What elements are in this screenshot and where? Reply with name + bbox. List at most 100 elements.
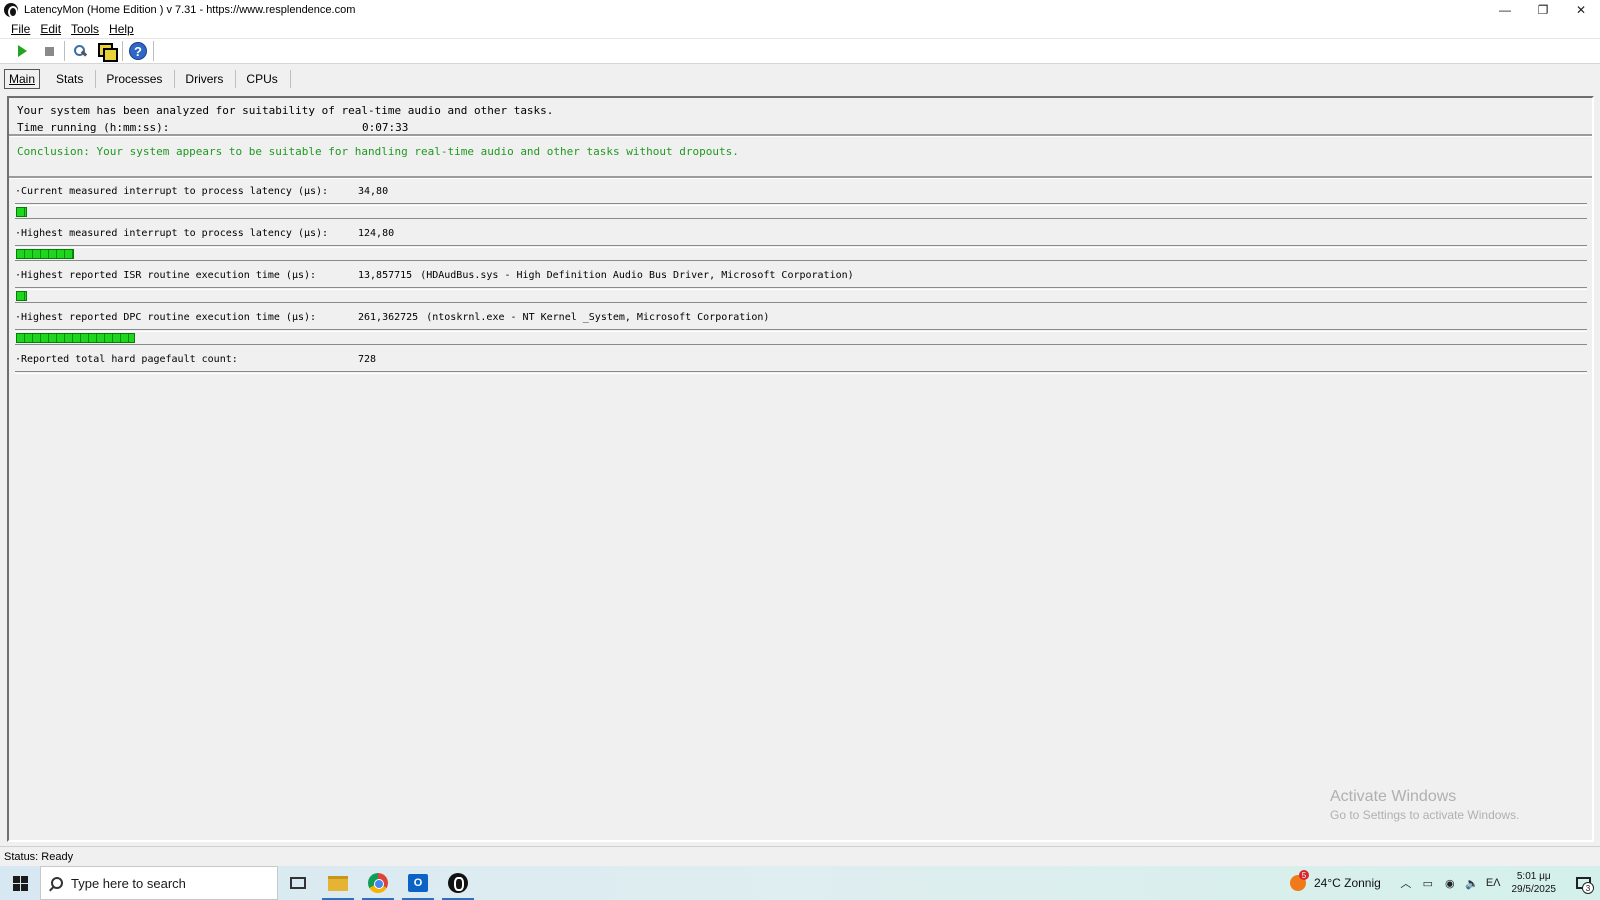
task-view-button[interactable] xyxy=(278,866,318,900)
menu-help[interactable]: Help xyxy=(109,22,134,36)
menu-edit-label: Edit xyxy=(40,22,62,36)
metric-label: ·Reported total hard pagefault count: xyxy=(15,354,238,365)
taskbar-latencymon[interactable] xyxy=(438,866,478,900)
language-indicator[interactable]: ΕΛ xyxy=(1486,875,1501,891)
task-view-icon xyxy=(290,877,306,889)
tab-stats[interactable]: Stats xyxy=(48,70,97,88)
clock-time: 5:01 μμ xyxy=(1516,871,1551,882)
stop-monitor-button[interactable] xyxy=(37,40,61,62)
status-text: Status: Ready xyxy=(4,850,74,863)
status-bar: Status: Ready xyxy=(0,846,1600,866)
title-bar: LatencyMon (Home Edition ) v 7.31 - http… xyxy=(0,0,1600,20)
section-divider xyxy=(9,176,1592,179)
menu-tools[interactable]: Tools xyxy=(71,22,99,36)
latency-bar-fill xyxy=(16,249,74,259)
watermark-title: Activate Windows xyxy=(1330,788,1457,805)
taskbar-chrome[interactable] xyxy=(358,866,398,900)
tab-processes[interactable]: Processes xyxy=(98,70,176,88)
menu-tools-label: Tools xyxy=(71,22,100,36)
volume-icon[interactable]: 🔈 xyxy=(1464,875,1480,891)
section-divider xyxy=(9,134,1592,137)
watermark-subtitle: Go to Settings to activate Windows. xyxy=(1330,808,1520,822)
menu-file-label: File xyxy=(11,22,31,36)
minimize-button[interactable]: — xyxy=(1486,0,1524,20)
device-icon[interactable]: ▭ xyxy=(1420,875,1436,891)
copy-icon xyxy=(98,43,118,62)
summary-section: Your system has been analyzed for suitab… xyxy=(17,102,553,136)
metric-line: ·Highest measured interrupt to process l… xyxy=(15,228,1587,239)
copy-button[interactable] xyxy=(95,40,119,62)
metric-highest-latency: ·Highest measured interrupt to process l… xyxy=(15,228,1587,261)
close-button[interactable]: ✕ xyxy=(1562,0,1600,20)
analysis-line: Your system has been analyzed for suitab… xyxy=(17,102,553,119)
clock-date: 29/5/2025 xyxy=(1511,884,1557,895)
metric-label: ·Highest measured interrupt to process l… xyxy=(15,228,329,239)
metric-driver-desc: (ntoskrnl.exe - NT Kernel _System, Micro… xyxy=(426,312,770,323)
notifications-button[interactable]: 3 xyxy=(1566,866,1600,900)
restore-button[interactable]: ❐ xyxy=(1524,0,1562,20)
network-icon[interactable]: ◉ xyxy=(1442,875,1458,891)
tab-bar: Main Stats Processes Drivers CPUs xyxy=(0,67,1600,91)
help-icon: ? xyxy=(129,42,147,60)
latency-bar-fill xyxy=(16,291,27,301)
metric-value: 34,80 xyxy=(358,186,389,197)
metric-driver-desc: (HDAudBus.sys - High Definition Audio Bu… xyxy=(420,270,854,281)
help-button[interactable]: ? xyxy=(126,40,150,62)
start-button[interactable] xyxy=(0,866,40,900)
start-monitor-button[interactable] xyxy=(10,40,34,62)
metric-highest-dpc: ·Highest reported DPC routine execution … xyxy=(15,312,1587,345)
metric-label: ·Highest reported DPC routine execution … xyxy=(15,312,317,323)
latencymon-icon xyxy=(448,873,468,893)
toolbar-separator xyxy=(153,41,154,61)
metric-line: ·Reported total hard pagefault count: 72… xyxy=(15,354,1587,365)
conclusion-text: Conclusion: Your system appears to be su… xyxy=(17,145,739,158)
main-panel: Your system has been analyzed for suitab… xyxy=(7,96,1594,842)
latency-bar xyxy=(15,247,1587,261)
weather-text[interactable]: 24°C Zonnig xyxy=(1314,876,1381,890)
play-icon xyxy=(17,45,27,57)
metric-highest-isr: ·Highest reported ISR routine execution … xyxy=(15,270,1587,303)
metric-value: 124,80 xyxy=(358,228,395,239)
stop-icon xyxy=(44,46,54,56)
clock[interactable]: 5:01 μμ 29/5/2025 xyxy=(1512,870,1557,896)
taskbar-file-explorer[interactable] xyxy=(318,866,358,900)
metric-value: 728 xyxy=(358,354,377,365)
metric-value: 261,362725 xyxy=(358,312,419,323)
chrome-icon xyxy=(368,873,388,893)
toolbar-separator xyxy=(64,41,65,61)
latencymon-app-icon xyxy=(4,3,18,18)
tab-main[interactable]: Main xyxy=(4,69,41,89)
metric-pagefault-count: ·Reported total hard pagefault count: 72… xyxy=(15,354,1587,374)
metric-divider xyxy=(15,371,1587,374)
tools-icon xyxy=(72,43,88,59)
metric-label: ·Highest reported ISR routine execution … xyxy=(15,270,317,281)
system-tray: 5 24°C Zonnig ︿ ▭ ◉ 🔈 ΕΛ 5:01 μμ 29/5/20… xyxy=(1289,866,1600,900)
tab-cpus[interactable]: CPUs xyxy=(238,70,291,88)
chevron-up-icon[interactable]: ︿ xyxy=(1398,875,1414,891)
analysis-text: Your system has been analyzed for suitab… xyxy=(17,104,554,117)
search-icon xyxy=(51,877,63,889)
latency-bar xyxy=(15,331,1587,345)
windows-logo-icon xyxy=(12,875,28,891)
window-title: LatencyMon (Home Edition ) v 7.31 - http… xyxy=(24,4,356,16)
taskbar: Type here to search O 5 24°C Zonnig ︿ ▭ … xyxy=(0,866,1600,900)
metric-label: ·Current measured interrupt to process l… xyxy=(15,186,329,197)
taskbar-search-box[interactable]: Type here to search xyxy=(40,866,278,900)
menu-help-label: Help xyxy=(109,22,134,36)
weather-icon[interactable]: 5 xyxy=(1289,870,1309,891)
taskbar-outlook[interactable]: O xyxy=(398,866,438,900)
menu-file[interactable]: File xyxy=(11,22,30,36)
metric-line: ·Current measured interrupt to process l… xyxy=(15,186,1587,197)
toolbar-separator xyxy=(122,41,123,61)
latency-bar xyxy=(15,205,1587,219)
menu-edit[interactable]: Edit xyxy=(40,22,61,36)
tools-button[interactable] xyxy=(68,40,92,62)
metric-value: 13,857715 xyxy=(358,270,413,281)
weather-badge: 5 xyxy=(1298,870,1309,880)
menu-bar: File Edit Tools Help xyxy=(0,20,1600,38)
tab-drivers[interactable]: Drivers xyxy=(177,70,237,88)
metric-line: ·Highest reported ISR routine execution … xyxy=(15,270,1587,281)
metric-current-latency: ·Current measured interrupt to process l… xyxy=(15,186,1587,219)
latency-bar xyxy=(15,289,1587,303)
window-controls: — ❐ ✕ xyxy=(1486,0,1600,20)
